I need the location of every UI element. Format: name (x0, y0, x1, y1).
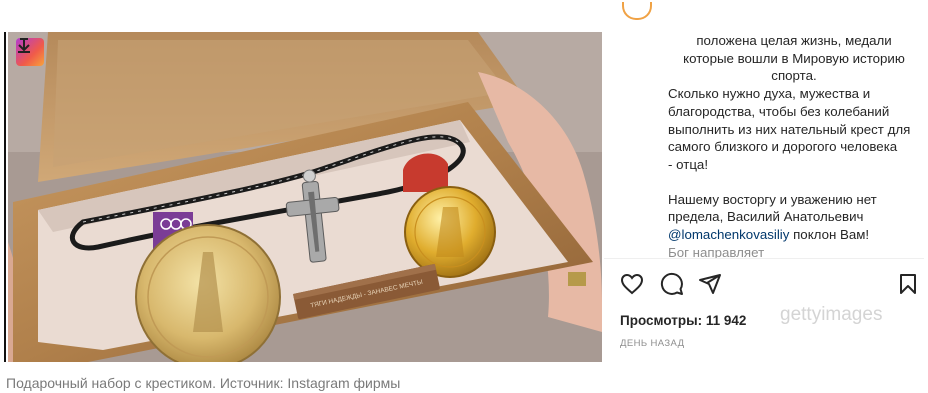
caption-line: самого близкого и дорогого человека (668, 139, 898, 155)
caption-line: положена целая жизнь, медали (696, 33, 892, 48)
download-icon[interactable] (16, 38, 44, 66)
post-timestamp[interactable]: ДЕНЬ НАЗАД (620, 338, 684, 349)
caption-line: Бог направляет (668, 244, 765, 258)
caption-line-rest: поклон Вам! (793, 227, 870, 243)
author-avatar[interactable] (622, 2, 652, 20)
heart-icon[interactable] (620, 272, 644, 296)
caption-line: благородства, чтобы без колебаний (668, 103, 890, 119)
caption-line: спорта. (771, 68, 817, 84)
post-photo[interactable]: ТЯГИ НАДЕЖДЫ - ЗАНАВЕС МЕЧТЫ (8, 32, 602, 362)
caption-line: которые вошли в Мировую историю (683, 50, 905, 66)
post-caption: положена целая жизнь, медали которые вош… (668, 32, 920, 258)
medals-gift-box-illustration: ТЯГИ НАДЕЖДЫ - ЗАНАВЕС МЕЧТЫ (8, 32, 602, 362)
mention-link[interactable]: @lomachenkovasiliy (668, 227, 789, 242)
views-count: Просмотры: 11 942 (620, 313, 747, 328)
photo-caption: Подарочный набор с крестиком. Источник: … (6, 375, 401, 391)
post-border (4, 32, 6, 362)
bookmark-icon[interactable] (896, 272, 920, 296)
actions-divider (604, 258, 924, 259)
caption-line: - отца! (668, 156, 709, 172)
caption-line: Нашему восторгу и уважению нет (668, 191, 877, 207)
caption-line: Сколько нужно духа, мужества и (668, 86, 871, 102)
caption-line: выполнить из них нательный крест для (668, 121, 911, 137)
caption-line: предела, Василий Анатольевич (668, 209, 864, 225)
getty-watermark: gettyimages (780, 304, 883, 325)
send-icon[interactable] (698, 272, 722, 296)
comment-icon[interactable] (660, 272, 684, 296)
caption-line: @lomachenkovasiliy поклон Вам! (668, 226, 920, 244)
